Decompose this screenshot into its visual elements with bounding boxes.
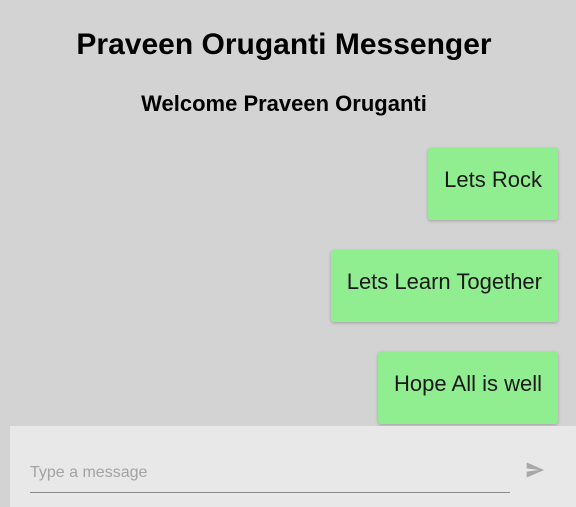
app-title: Praveen Oruganti Messenger: [76, 28, 492, 61]
message-bubble: Lets Learn Together: [330, 250, 558, 322]
message-composer: [10, 426, 576, 507]
send-button[interactable]: [520, 456, 550, 486]
message-bubble: Lets Rock: [428, 148, 558, 220]
send-icon: [524, 460, 546, 483]
message-bubble: Hope All is well: [378, 352, 558, 424]
message-input[interactable]: [30, 454, 510, 493]
welcome-message: Welcome Praveen Oruganti: [141, 91, 427, 116]
message-list: Lets Rock Lets Learn Together Hope All i…: [18, 148, 558, 454]
